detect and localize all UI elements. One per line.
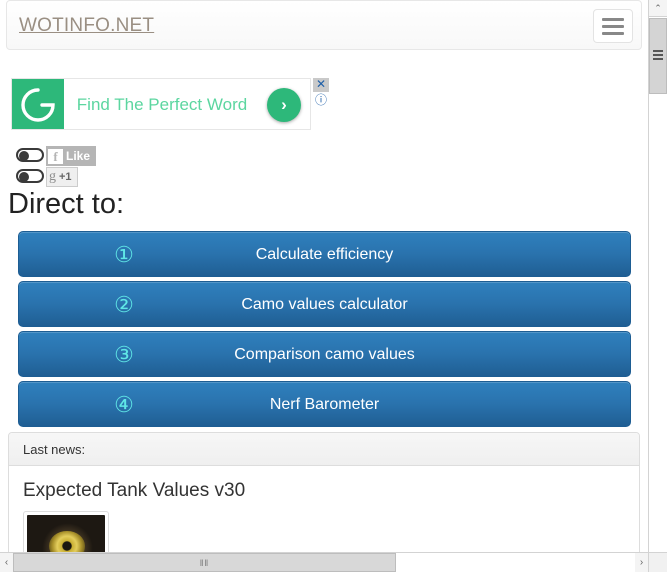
- scroll-right-arrow-icon[interactable]: ›: [635, 553, 648, 572]
- facebook-like-button[interactable]: f Like: [46, 146, 97, 166]
- navbar-brand[interactable]: WOTINFO.NET: [19, 1, 154, 51]
- last-news-body: Expected Tank Values v30: [9, 466, 639, 552]
- facebook-toggle-switch[interactable]: [16, 148, 44, 162]
- button-label-1: Calculate efficiency: [255, 246, 394, 263]
- social-buttons: f Like g +1: [16, 146, 216, 188]
- button-label-2: Camo values calculator: [241, 296, 408, 313]
- page-content: WOTINFO.NET Find The Perfect Word › ✕ ⓘ: [0, 0, 648, 552]
- google-plus-one-label: +1: [59, 171, 72, 183]
- facebook-toggle-knob: [19, 151, 29, 161]
- horizontal-scrollbar[interactable]: ‹ ‖‖ ›: [0, 552, 648, 572]
- ad-headline: Find The Perfect Word: [76, 95, 248, 114]
- google-toggle-knob: [19, 172, 29, 182]
- link-calculate-efficiency[interactable]: ① Calculate efficiency: [18, 231, 631, 277]
- grammarly-logo-icon: [12, 79, 64, 129]
- last-news-header: Last news:: [9, 433, 639, 466]
- facebook-like-row: f Like: [16, 146, 216, 167]
- ad-banner[interactable]: Find The Perfect Word ›: [11, 78, 311, 130]
- facebook-like-label: Like: [66, 149, 91, 163]
- horizontal-scrollbar-thumb[interactable]: ‖‖: [13, 553, 396, 572]
- link-nerf-barometer[interactable]: ④ Nerf Barometer: [18, 381, 631, 427]
- google-plus-icon: g: [49, 169, 56, 184]
- google-plus-row: g +1: [16, 167, 216, 188]
- vertical-scrollbar-thumb[interactable]: [649, 18, 667, 94]
- button-label-4: Nerf Barometer: [269, 396, 380, 413]
- tank-sprocket-wheel-image: [27, 515, 105, 552]
- hamburger-menu-button[interactable]: [593, 9, 633, 43]
- direct-links-list: ① Calculate efficiency ② Camo values cal…: [18, 231, 631, 431]
- hamburger-bar-3: [602, 32, 624, 35]
- navbar: WOTINFO.NET: [6, 0, 642, 50]
- google-plus-one-button[interactable]: g +1: [46, 167, 78, 187]
- link-comparison-camo-values[interactable]: ③ Comparison camo values: [18, 331, 631, 377]
- browser-viewport: WOTINFO.NET Find The Perfect Word › ✕ ⓘ: [0, 0, 667, 572]
- direct-to-heading: Direct to:: [8, 188, 125, 220]
- last-news-panel: Last news: Expected Tank Values v30: [8, 432, 640, 552]
- horizontal-scrollbar-track[interactable]: ‖‖: [13, 553, 635, 572]
- link-camo-values-calculator[interactable]: ② Camo values calculator: [18, 281, 631, 327]
- ad-info-icon[interactable]: ⓘ: [313, 93, 329, 109]
- scroll-up-arrow-icon[interactable]: ⌃: [649, 0, 667, 17]
- vertical-scrollbar-track[interactable]: [649, 17, 667, 555]
- ad-cta-arrow-icon[interactable]: ›: [267, 88, 301, 122]
- button-label-3: Comparison camo values: [234, 346, 415, 363]
- ad-close-icon[interactable]: ✕: [313, 78, 329, 92]
- scroll-left-arrow-icon[interactable]: ‹: [0, 553, 13, 572]
- facebook-icon: f: [48, 148, 63, 164]
- hamburger-bar-1: [602, 18, 624, 21]
- google-toggle-switch[interactable]: [16, 169, 44, 183]
- advertisement[interactable]: Find The Perfect Word › ✕ ⓘ: [11, 78, 331, 130]
- news-item-title[interactable]: Expected Tank Values v30: [23, 480, 625, 502]
- scrollbar-corner: [648, 552, 667, 572]
- news-item-thumbnail[interactable]: [23, 511, 109, 552]
- vertical-thumb-grip-icon: [653, 50, 663, 62]
- hamburger-bar-2: [602, 25, 624, 28]
- vertical-scrollbar[interactable]: ⌃ ⌄: [648, 0, 667, 572]
